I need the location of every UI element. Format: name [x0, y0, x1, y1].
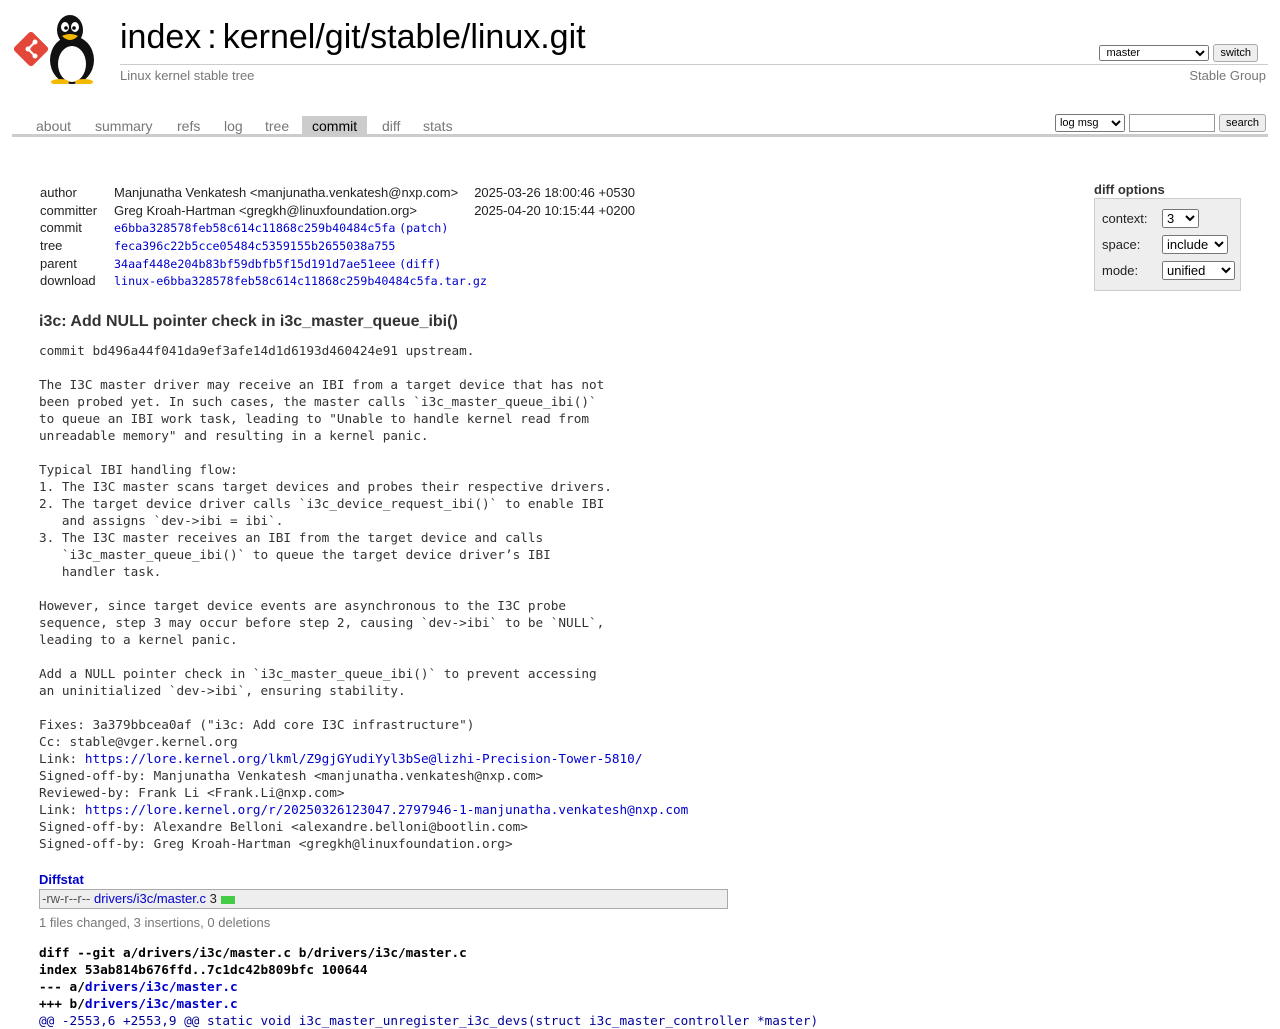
diff-hunk-header: @@ -2553,6 +2553,9 @@ static void i3c_ma… — [39, 1013, 819, 1028]
title-separator: : — [207, 18, 217, 56]
download-value-cell: linux-e6bba328578feb58c614c11868c259b404… — [112, 272, 637, 290]
diffstat-row: -rw-r--r-- drivers/i3c/master.c 3 — [39, 889, 728, 909]
download-label: download — [40, 273, 96, 289]
git-tux-logo[interactable] — [14, 12, 110, 84]
diff-options-box: context: 3 space: include mode: unified — [1094, 198, 1241, 291]
diff-view: diff --git a/drivers/i3c/master.c b/driv… — [39, 944, 818, 1029]
context-label: context: — [1102, 211, 1148, 226]
tab-tree[interactable]: tree — [255, 116, 299, 136]
site-title: index: kernel/git/stable/linux.git — [120, 16, 586, 58]
tab-commit[interactable]: commit — [302, 116, 368, 136]
diff-options-title: diff options — [1094, 182, 1165, 197]
parent-row: parent 34aaf448e204b83bf59dbfb5f15d191d7… — [38, 254, 637, 272]
commit-subject: i3c: Add NULL pointer check in i3c_maste… — [39, 313, 458, 330]
parent-value-cell: 34aaf448e204b83bf59dbfb5f15d191d7ae51eee… — [114, 256, 442, 271]
lore-link-2[interactable]: https://lore.kernel.org/r/20250326123047… — [85, 802, 688, 817]
tree-row: tree feca396c22b5cce05484c5359155b265503… — [38, 237, 637, 255]
old-file-prefix: --- a/ — [39, 979, 85, 994]
new-file-prefix: +++ b/ — [39, 996, 85, 1011]
tab-stats[interactable]: stats — [413, 116, 463, 136]
message-text-1: commit bd496a44f041da9ef3afe14d1d6193d46… — [39, 343, 612, 766]
commit-message: commit bd496a44f041da9ef3afe14d1d6193d46… — [39, 342, 688, 852]
space-label: space: — [1102, 237, 1141, 252]
switch-button[interactable]: switch — [1213, 44, 1258, 62]
search-mode-select[interactable]: log msg — [1054, 114, 1125, 132]
tab-log[interactable]: log — [214, 116, 253, 136]
commit-info-table: author Manjunatha Venkatesh <manjunatha.… — [38, 184, 637, 290]
tab-diff[interactable]: diff — [372, 116, 410, 136]
lore-link-1[interactable]: https://lore.kernel.org/lkml/Z9gjGYudiYy… — [85, 751, 643, 766]
search-input[interactable] — [1128, 114, 1215, 132]
committer-date: 2025-04-20 10:15:44 +0200 — [474, 202, 636, 218]
index-link[interactable]: index — [120, 18, 201, 56]
file-mode: -rw-r--r-- — [42, 891, 91, 906]
author-label: author — [40, 185, 77, 201]
diff-old-file-line: --- a/drivers/i3c/master.c — [39, 978, 818, 995]
space-select[interactable]: include — [1162, 235, 1228, 254]
commit-label: commit — [40, 220, 82, 236]
parent-label: parent — [40, 255, 77, 271]
diffstat-bar — [220, 895, 235, 904]
diffstat-heading[interactable]: Diffstat — [39, 872, 84, 887]
mode-label: mode: — [1102, 263, 1139, 278]
diffstat-changes: 3 — [209, 891, 217, 906]
diff-index-line: index 53ab814b676ffd..7c1dc42b809bfc 100… — [39, 962, 368, 977]
download-row: download linux-e6bba328578feb58c614c1186… — [38, 272, 637, 290]
parent-diff-link[interactable]: diff — [406, 257, 434, 271]
git-logo-icon — [14, 31, 49, 67]
patch-link[interactable]: patch — [406, 221, 441, 235]
committer-row: committer Greg Kroah-Hartman <gregkh@lin… — [38, 202, 637, 220]
diff-options-panel: diff options context: 3 space: include m… — [1094, 182, 1241, 291]
tux-penguin-icon — [50, 15, 94, 84]
tree-label: tree — [40, 238, 63, 254]
tab-summary[interactable]: summary — [85, 116, 163, 136]
repo-link[interactable]: kernel/git/stable/linux.git — [223, 18, 586, 56]
tab-refs[interactable]: refs — [167, 116, 210, 136]
repo-description: Linux kernel stable tree — [120, 68, 255, 83]
mode-select[interactable]: unified — [1162, 261, 1235, 280]
author-row: author Manjunatha Venkatesh <manjunatha.… — [38, 184, 637, 202]
message-text-3: Signed-off-by: Alexandre Belloni <alexan… — [39, 819, 528, 851]
commit-row: commit e6bba328578feb58c614c11868c259b40… — [38, 219, 637, 237]
diff-header-line: diff --git a/drivers/i3c/master.c b/driv… — [39, 945, 467, 960]
committer-label: committer — [40, 202, 98, 218]
repo-owner: Stable Group — [1189, 68, 1266, 83]
download-tarball-link[interactable]: linux-e6bba328578feb58c614c11868c259b404… — [114, 274, 487, 288]
committer-value: Greg Kroah-Hartman <gregkh@linuxfoundati… — [114, 202, 417, 218]
diffstat-summary: 1 files changed, 3 insertions, 0 deletio… — [39, 915, 271, 930]
search-button[interactable]: search — [1218, 114, 1266, 132]
context-select[interactable]: 3 — [1162, 209, 1199, 228]
tab-about[interactable]: about — [26, 116, 81, 136]
old-file-link[interactable]: drivers/i3c/master.c — [85, 979, 238, 994]
branch-select[interactable]: master — [1099, 45, 1210, 61]
diffstat-file-link[interactable]: drivers/i3c/master.c — [94, 891, 206, 906]
author-date: 2025-03-26 18:00:46 +0530 — [474, 185, 636, 201]
tree-value-cell: feca396c22b5cce05484c5359155b2655038a755 — [112, 237, 637, 255]
commit-hash-link[interactable]: e6bba328578feb58c614c11868c259b40484c5fa — [114, 221, 395, 235]
author-value: Manjunatha Venkatesh <manjunatha.venkate… — [114, 185, 459, 201]
search-form: log msg search — [1054, 114, 1266, 132]
parent-hash-link[interactable]: 34aaf448e204b83bf59dbfb5f15d191d7ae51eee — [114, 257, 395, 271]
new-file-link[interactable]: drivers/i3c/master.c — [85, 996, 238, 1011]
tree-hash-link[interactable]: feca396c22b5cce05484c5359155b2655038a755 — [114, 239, 395, 253]
header-divider — [120, 64, 1268, 65]
commit-value-cell: e6bba328578feb58c614c11868c259b40484c5fa… — [114, 221, 449, 236]
branch-switch-form: master switch — [1099, 44, 1258, 62]
diff-new-file-line: +++ b/drivers/i3c/master.c — [39, 995, 818, 1012]
